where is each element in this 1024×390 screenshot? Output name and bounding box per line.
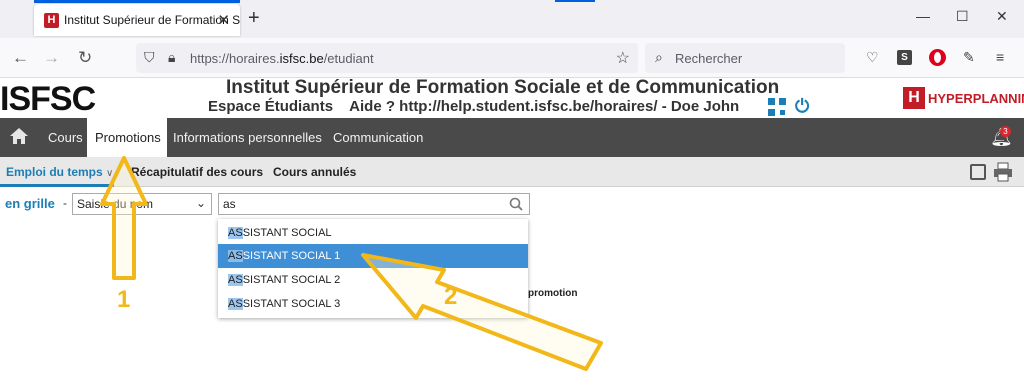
browser-toolbar: ← → ↻ ⛉ 🔒︎ https://horaires.isfsc.be/etu… bbox=[0, 38, 1024, 78]
site-title: Institut Supérieur de Formation Sociale … bbox=[226, 77, 780, 98]
browser-tab[interactable]: H Institut Supérieur de Formation S ✕ bbox=[34, 4, 240, 36]
bookmark-star-icon[interactable]: ☆ bbox=[616, 48, 630, 68]
nav-item-communication[interactable]: Communication bbox=[333, 130, 423, 145]
back-arrow-icon[interactable]: ← bbox=[12, 48, 29, 68]
menu-icon[interactable]: ≡ bbox=[996, 49, 1004, 65]
dropdown-option[interactable]: ASSISTANT SOCIAL 3 bbox=[218, 292, 528, 316]
subnav-recapitulatif[interactable]: Récapitulatif des cours bbox=[131, 165, 263, 179]
extension-icon[interactable]: ✎ bbox=[963, 49, 975, 66]
dropdown-option[interactable]: ASSISTANT SOCIAL bbox=[218, 221, 528, 245]
isfsc-logo: ISFSC bbox=[0, 80, 96, 118]
nav-item-promotions[interactable]: Promotions bbox=[87, 118, 167, 157]
maximize-icon[interactable]: ☐ bbox=[956, 8, 969, 25]
browser-tab-strip: H Institut Supérieur de Formation S ✕ + … bbox=[0, 0, 1024, 38]
nav-item-informations-personnelles[interactable]: Informations personnelles bbox=[173, 130, 322, 145]
close-tab-icon[interactable]: ✕ bbox=[217, 11, 230, 29]
shield-icon[interactable]: ⛉ bbox=[144, 49, 155, 66]
display-mode-label[interactable]: en grille bbox=[5, 196, 55, 211]
promotion-search-input[interactable]: as bbox=[218, 193, 530, 215]
active-tab-indicator bbox=[34, 0, 240, 3]
annotation-step-1: 1 bbox=[117, 286, 131, 313]
search-icon: ⌕ bbox=[655, 49, 663, 65]
nav-item-promotions-label: Promotions bbox=[95, 130, 161, 145]
nav-item-cours[interactable]: Cours bbox=[48, 130, 83, 145]
annotation-step-2: 2 bbox=[444, 283, 458, 310]
new-tab-icon[interactable]: + bbox=[248, 7, 260, 30]
dropdown-option[interactable]: ASSISTANT SOCIAL 2 bbox=[218, 268, 528, 292]
subnav-emploi-label: Emploi du temps bbox=[6, 165, 103, 179]
tab-title: Institut Supérieur de Formation S bbox=[64, 13, 241, 27]
minimize-icon[interactable]: — bbox=[916, 8, 930, 24]
reload-icon[interactable]: ↻ bbox=[78, 48, 92, 68]
hyperplanning-favicon-icon: H bbox=[44, 13, 59, 28]
close-window-icon[interactable]: ✕ bbox=[996, 8, 1008, 25]
forward-arrow-icon[interactable]: → bbox=[43, 48, 60, 68]
url-text: https://horaires.isfsc.be/etudiant bbox=[190, 51, 374, 66]
dropdown-option-selected[interactable]: ASSISTANT SOCIAL 1 bbox=[218, 244, 528, 268]
search-bar[interactable]: ⌕ Rechercher bbox=[645, 43, 845, 73]
pocket-icon[interactable]: ♡ bbox=[866, 49, 879, 66]
chevron-down-icon: ∨ bbox=[106, 168, 114, 179]
autocomplete-dropdown: ASSISTANT SOCIAL ASSISTANT SOCIAL 1 ASSI… bbox=[218, 219, 528, 318]
main-navigation: Cours Promotions Informations personnell… bbox=[0, 118, 1024, 157]
hyperplanning-h-icon: H bbox=[903, 87, 925, 109]
subnav-emploi-du-temps[interactable]: Emploi du temps ∨ bbox=[6, 165, 113, 179]
url-bar[interactable]: ⛉ 🔒︎ https://horaires.isfsc.be/etudiant … bbox=[136, 43, 638, 73]
screenshot: H Institut Supérieur de Formation S ✕ + … bbox=[0, 0, 1024, 390]
sub-navigation: Emploi du temps ∨ Récapitulatif des cour… bbox=[0, 157, 1024, 187]
toolbar-accent-line bbox=[555, 0, 595, 2]
separator-dash: - bbox=[63, 196, 67, 210]
notification-badge: 3 bbox=[1000, 126, 1011, 137]
search-icon[interactable] bbox=[509, 197, 523, 211]
qr-code-icon[interactable] bbox=[768, 98, 786, 116]
search-mode-value: Saisie du nom bbox=[77, 197, 154, 211]
search-placeholder: Rechercher bbox=[675, 51, 743, 66]
lock-icon[interactable]: 🔒︎ bbox=[168, 49, 175, 66]
search-mode-select[interactable]: Saisie du nom ⌄ bbox=[72, 193, 212, 215]
subnav-cours-annules[interactable]: Cours annulés bbox=[273, 165, 356, 179]
home-icon[interactable] bbox=[8, 125, 30, 147]
save-icon[interactable] bbox=[970, 164, 986, 180]
print-pdf-icon[interactable] bbox=[993, 162, 1013, 182]
power-icon[interactable]: ⏻ bbox=[795, 96, 809, 117]
hyperplanning-text: HYPERPLANNING bbox=[928, 91, 1024, 106]
background-promotion-text: promotion bbox=[528, 288, 578, 299]
opera-extension-icon[interactable] bbox=[929, 49, 946, 66]
site-subtitle: Espace Étudiants Aide ? http://help.stud… bbox=[208, 98, 740, 115]
active-subnav-indicator bbox=[0, 184, 114, 187]
extension-s-icon[interactable]: S bbox=[897, 50, 912, 65]
chevron-down-icon: ⌄ bbox=[195, 196, 206, 210]
promotion-search-value: as bbox=[223, 197, 236, 211]
